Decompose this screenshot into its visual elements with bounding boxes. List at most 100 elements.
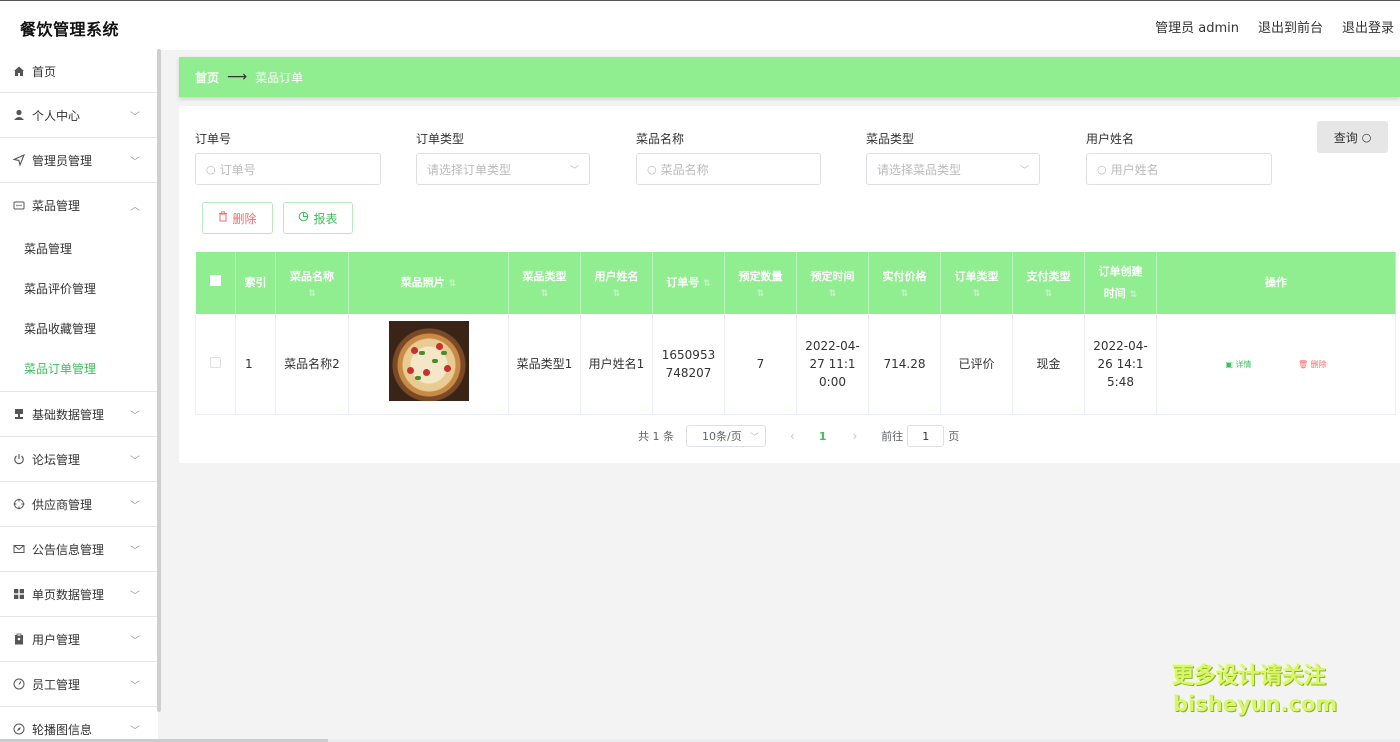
sort-icon[interactable]: ⇅ [869,288,940,300]
sidebar-item-dish[interactable]: 菜品管理 ︿ [0,183,158,228]
sidebar-item-forum[interactable]: 论坛管理 ﹀ [0,437,158,482]
sidebar-scrollbar[interactable] [157,49,161,712]
app-title: 餐饮管理系统 [20,16,119,40]
column-header-label: 支付类型 [1027,270,1071,283]
sidebar-item-single-page[interactable]: 单页数据管理 ﹀ [0,572,158,617]
order-type-select[interactable]: 请选择订单类型 ﹀ [416,153,590,185]
chevron-down-icon: ﹀ [130,632,140,647]
order-type-label: 订单类型 [416,130,464,147]
dish-photo[interactable] [389,321,469,401]
sidebar-item-user[interactable]: 用户管理 ﹀ [0,617,158,662]
cell-price: 714.28 [869,314,941,414]
sidebar-item-staff[interactable]: 员工管理 ﹀ [0,662,158,707]
gauge-icon [12,678,25,691]
chat-dots-icon [12,199,25,212]
column-header-label: 预定数量 [739,270,783,283]
column-header[interactable]: 菜品类型⇅ [509,252,581,314]
sort-icon[interactable]: ⇅ [449,279,457,289]
delete-button[interactable]: 删除 [202,202,273,234]
column-header-label: 预定时间 [811,270,855,283]
goto-page-input[interactable]: 1 [907,425,944,447]
sidebar-item-home[interactable]: 首页 [0,50,158,93]
submenu-item-dish[interactable]: 菜品管理 [0,228,158,268]
dish-name-input[interactable]: ○ 菜品名称 [636,153,821,185]
detail-button[interactable]: ▣ 详情 [1225,360,1254,369]
sidebar-item-label: 公告信息管理 [32,541,104,558]
clipboard-icon [12,633,25,646]
sidebar-item-label: 员工管理 [32,676,80,693]
mail-icon [12,543,25,556]
column-header[interactable]: 订单创建时间 ⇅ [1085,252,1157,314]
column-header[interactable]: 预定时间 ⇅ [797,252,869,314]
column-header[interactable]: 预定数量 ⇅ [725,252,797,314]
sort-icon[interactable]: ⇅ [1130,290,1138,300]
breadcrumb-home[interactable]: 首页 [195,69,219,86]
home-icon [12,65,25,78]
user-name-placeholder: 用户姓名 [1111,161,1159,178]
column-header[interactable]: 订单号 ⇅ [653,252,725,314]
row-checkbox[interactable] [196,314,236,414]
header-actions: 管理员 admin 退出到前台 退出登录 [1136,17,1394,36]
submenu-item-dish-favorite[interactable]: 菜品收藏管理 [0,308,158,348]
column-header[interactable]: 支付类型 ⇅ [1013,252,1085,314]
trash-icon: 🗑 [1298,360,1308,369]
column-header[interactable]: 实付价格⇅ [869,252,941,314]
query-button[interactable]: 查询 ○ [1317,121,1388,153]
user-icon [12,109,25,122]
row-delete-button[interactable]: 🗑 删除 [1298,360,1327,369]
row-delete-label: 删除 [1311,360,1327,369]
sidebar-item-label: 首页 [32,63,56,80]
dish-name-label: 菜品名称 [636,130,684,147]
sort-icon[interactable]: ⇅ [797,288,868,300]
cell-quantity: 7 [725,314,797,414]
select-all-checkbox[interactable] [196,252,236,314]
sort-icon[interactable]: ⇅ [276,288,348,300]
sidebar-item-basic-data[interactable]: 基础数据管理 ﹀ [0,392,158,437]
page-size-select[interactable]: 10条/页 ﹀ [686,425,766,447]
exit-to-front-link[interactable]: 退出到前台 [1258,17,1323,36]
power-icon [12,453,25,466]
sidebar-item-notice[interactable]: 公告信息管理 ﹀ [0,527,158,572]
dish-type-placeholder: 请选择菜品类型 [877,161,961,178]
logout-link[interactable]: 退出登录 [1342,17,1394,36]
sort-icon[interactable]: ⇅ [509,288,580,300]
chevron-down-icon: ﹀ [130,452,140,467]
sidebar: 首页 个人中心 ﹀ 管理员管理 ﹀ 菜品管理 ︿ 菜品管理 菜品评价管理 菜品收… [0,50,158,742]
top-header: 餐饮管理系统 管理员 admin 退出到前台 退出登录 [0,0,1400,50]
sort-icon[interactable]: ⇅ [725,288,796,300]
column-header-label: 菜品照片 [401,276,445,289]
prev-page-button[interactable]: ‹ [790,429,795,443]
column-header[interactable]: 用户姓名⇅ [581,252,653,314]
watermark-line2: bisheyun.com [1173,692,1337,716]
next-page-button[interactable]: › [852,429,857,443]
cell-index: 1 [236,314,276,414]
report-button[interactable]: 报表 [283,202,353,234]
submenu-item-dish-order[interactable]: 菜品订单管理 [0,348,158,388]
sort-icon[interactable]: ⇅ [941,288,1012,300]
sort-icon[interactable]: ⇅ [703,279,711,289]
column-header[interactable]: 菜品名称⇅ [276,252,349,314]
cell-actions: ▣ 详情 🗑 删除 [1157,314,1396,414]
dish-type-label: 菜品类型 [866,130,914,147]
sidebar-item-admin[interactable]: 管理员管理 ﹀ [0,138,158,183]
user-name-input[interactable]: ○ 用户姓名 [1086,153,1272,185]
dish-type-select[interactable]: 请选择菜品类型 ﹀ [866,153,1040,185]
page-number[interactable]: 1 [819,430,827,443]
chevron-down-icon: ﹀ [130,722,140,737]
order-type-placeholder: 请选择订单类型 [427,161,511,178]
column-header[interactable]: 菜品照片 ⇅ [349,252,509,314]
sidebar-item-carousel[interactable]: 轮播图信息 ﹀ [0,707,158,742]
submenu-item-dish-review[interactable]: 菜品评价管理 [0,268,158,308]
sidebar-item-profile[interactable]: 个人中心 ﹀ [0,93,158,138]
cell-pay-type: 现金 [1013,314,1085,414]
table-header-row: 索引 菜品名称⇅ 菜品照片 ⇅ 菜品类型⇅ 用户姓名⇅ 订单号 ⇅ 预定数量⇅ … [196,252,1396,314]
breadcrumb: 首页 ⟶ 菜品订单 [179,57,1400,97]
column-header: 索引 [236,252,276,314]
sort-icon[interactable]: ⇅ [581,288,652,300]
sidebar-item-supplier[interactable]: 供应商管理 ﹀ [0,482,158,527]
sort-icon[interactable]: ⇅ [1013,288,1084,300]
cell-created-time: 2022-04-26 14:15:48 [1085,314,1157,414]
goto-label: 前往 [881,428,903,444]
order-no-input[interactable]: ○ 订单号 [195,153,381,185]
column-header[interactable]: 订单类型⇅ [941,252,1013,314]
